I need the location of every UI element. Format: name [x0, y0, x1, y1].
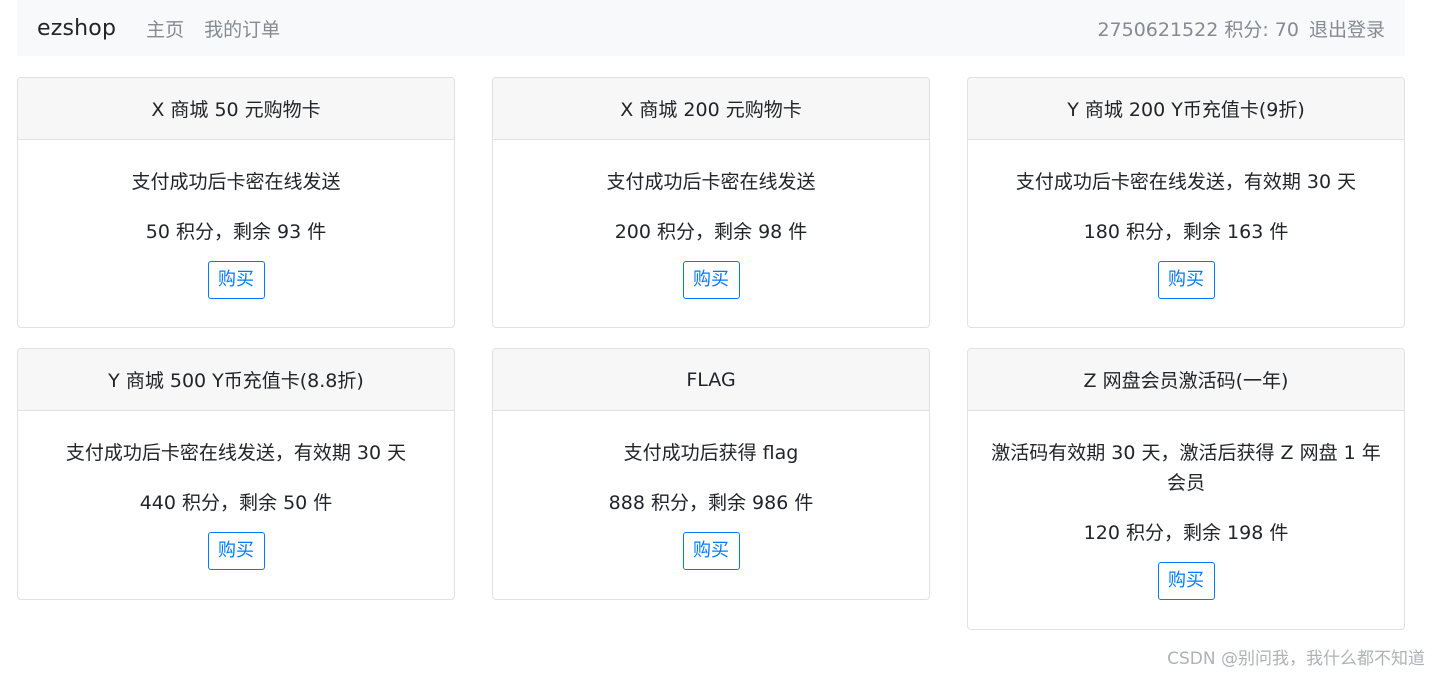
buy-button[interactable]: 购买 [1157, 261, 1215, 299]
product-title: X 商城 200 元购物卡 [493, 78, 929, 140]
product-card: Z 网盘会员激活码(一年) 激活码有效期 30 天，激活后获得 Z 网盘 1 年… [967, 348, 1405, 630]
nav-home-link[interactable]: 主页 [146, 15, 184, 42]
buy-button[interactable]: 购买 [207, 532, 265, 570]
product-price: 440 积分，剩余 50 件 [139, 492, 333, 514]
brand-logo[interactable]: ezshop [37, 16, 116, 41]
logout-link[interactable]: 退出登录 [1309, 15, 1385, 42]
product-title: X 商城 50 元购物卡 [18, 78, 454, 140]
product-body: 支付成功后卡密在线发送，有效期 30 天 180 积分，剩余 163 件 购买 [968, 140, 1404, 299]
product-title: FLAG [493, 349, 929, 411]
product-description: 支付成功后卡密在线发送，有效期 30 天 [65, 442, 407, 464]
buy-button[interactable]: 购买 [682, 261, 740, 299]
product-title: Z 网盘会员激活码(一年) [968, 349, 1404, 411]
product-price: 180 积分，剩余 163 件 [1083, 221, 1289, 243]
product-card: Y 商城 200 Y币充值卡(9折) 支付成功后卡密在线发送，有效期 30 天 … [967, 77, 1405, 328]
product-card: X 商城 200 元购物卡 支付成功后卡密在线发送 200 积分，剩余 98 件… [492, 77, 930, 328]
product-description: 激活码有效期 30 天，激活后获得 Z 网盘 1 年会员 [991, 442, 1381, 494]
user-area: 2750621522 积分: 70 退出登录 [1097, 15, 1385, 42]
product-body: 支付成功后卡密在线发送 200 积分，剩余 98 件 购买 [493, 140, 929, 299]
product-description: 支付成功后获得 flag [623, 442, 799, 464]
product-price: 888 积分，剩余 986 件 [608, 492, 814, 514]
product-price: 50 积分，剩余 93 件 [145, 221, 327, 243]
product-title: Y 商城 500 Y币充值卡(8.8折) [18, 349, 454, 411]
product-description: 支付成功后卡密在线发送，有效期 30 天 [1015, 171, 1357, 193]
product-description: 支付成功后卡密在线发送 [606, 171, 816, 193]
top-navbar: ezshop 主页 我的订单 2750621522 积分: 70 退出登录 [17, 0, 1405, 56]
product-body: 支付成功后获得 flag 888 积分，剩余 986 件 购买 [493, 411, 929, 570]
product-body: 激活码有效期 30 天，激活后获得 Z 网盘 1 年会员 120 积分，剩余 1… [968, 411, 1404, 600]
buy-button[interactable]: 购买 [682, 532, 740, 570]
product-price: 120 积分，剩余 198 件 [1083, 522, 1289, 544]
buy-button[interactable]: 购买 [1157, 562, 1215, 600]
csdn-watermark: CSDN @别问我，我什么都不知道 [1167, 649, 1425, 669]
user-points-info: 2750621522 积分: 70 [1097, 18, 1299, 41]
product-title: Y 商城 200 Y币充值卡(9折) [968, 78, 1404, 140]
product-card: FLAG 支付成功后获得 flag 888 积分，剩余 986 件 购买 [492, 348, 930, 600]
buy-button[interactable]: 购买 [207, 261, 265, 299]
product-body: 支付成功后卡密在线发送，有效期 30 天 440 积分，剩余 50 件 购买 [18, 411, 454, 570]
nav-orders-link[interactable]: 我的订单 [204, 15, 280, 42]
product-body: 支付成功后卡密在线发送 50 积分，剩余 93 件 购买 [18, 140, 454, 299]
product-price: 200 积分，剩余 98 件 [614, 221, 808, 243]
product-card: X 商城 50 元购物卡 支付成功后卡密在线发送 50 积分，剩余 93 件 购… [17, 77, 455, 328]
product-description: 支付成功后卡密在线发送 [131, 171, 341, 193]
product-card: Y 商城 500 Y币充值卡(8.8折) 支付成功后卡密在线发送，有效期 30 … [17, 348, 455, 600]
